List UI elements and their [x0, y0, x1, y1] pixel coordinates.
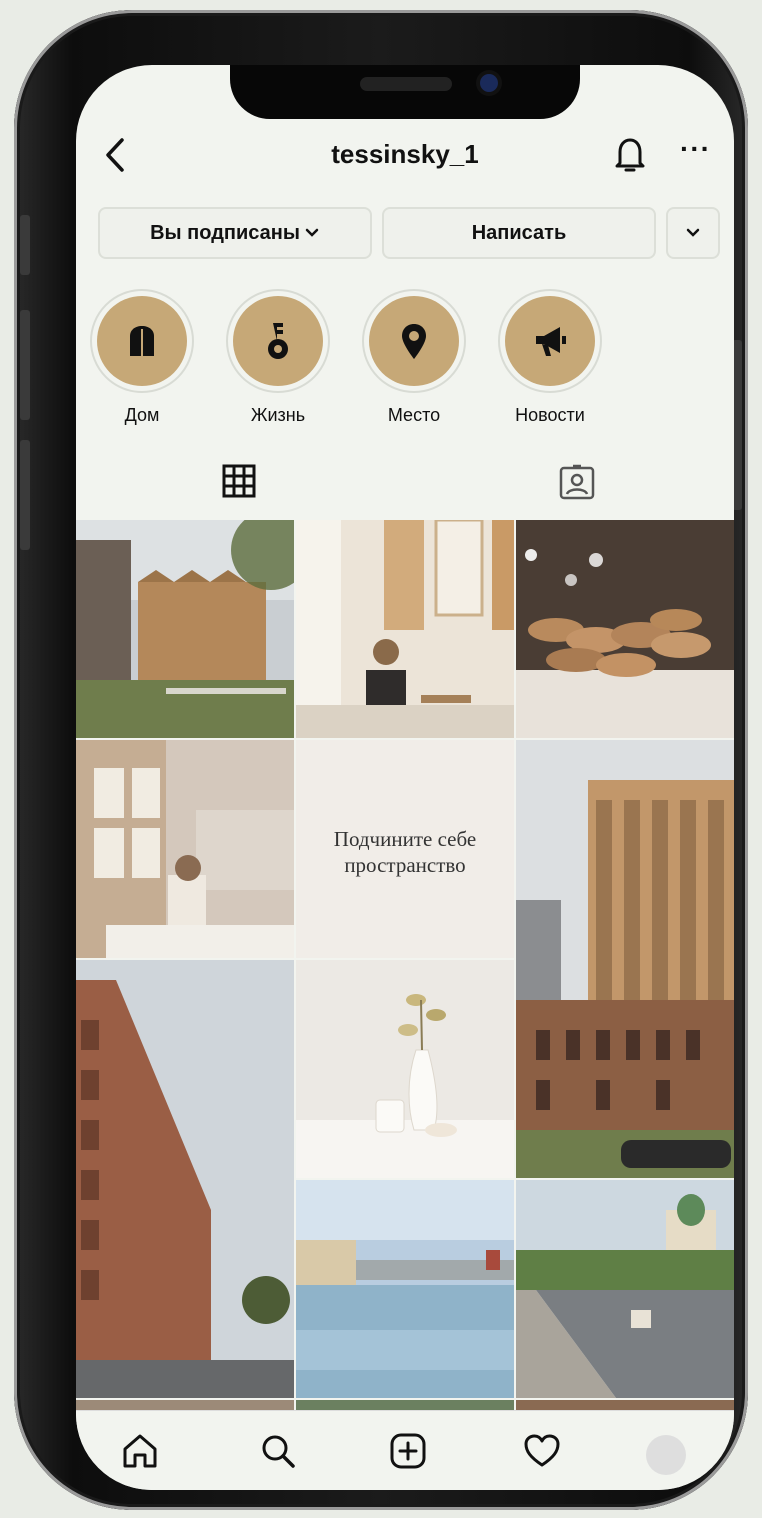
highlight-ring	[362, 289, 466, 393]
post-thumbnail[interactable]	[76, 740, 294, 958]
key-icon	[268, 323, 288, 359]
post-thumbnail-tall[interactable]	[516, 740, 734, 1178]
highlight-dom[interactable]: Дом	[90, 289, 194, 426]
door-icon	[130, 326, 154, 356]
speaker	[360, 77, 452, 91]
grid-tab-icon[interactable]	[221, 463, 257, 499]
search-icon[interactable]	[258, 1431, 298, 1471]
highlight-ring	[498, 289, 602, 393]
location-pin-icon	[402, 324, 426, 359]
notch	[230, 65, 580, 119]
highlight-ring	[90, 289, 194, 393]
message-button-label: Написать	[471, 221, 567, 244]
following-button-label: Вы подписаны	[150, 221, 300, 244]
following-button[interactable]: Вы подписаны	[98, 207, 372, 259]
post-thumbnail-tall[interactable]	[76, 960, 294, 1398]
front-camera	[480, 74, 498, 92]
heart-icon[interactable]	[522, 1431, 562, 1471]
caption-line-2: пространство	[344, 853, 466, 877]
highlight-circle	[97, 296, 187, 386]
post-thumbnail[interactable]	[516, 520, 734, 738]
posts-grid: Подчините себе пространство	[76, 520, 734, 1410]
caption-line-1: Подчините себе	[333, 827, 477, 851]
chevron-down-icon	[305, 228, 319, 237]
highlight-label: Дом	[124, 405, 160, 425]
mute-switch	[20, 215, 30, 275]
create-post-icon[interactable]	[388, 1431, 428, 1471]
phone-frame: tessinsky_1 ··· Вы подписаны Написать До…	[14, 10, 748, 1510]
screen: tessinsky_1 ··· Вы подписаны Написать До…	[76, 65, 734, 1490]
bottom-navigation	[76, 1410, 734, 1490]
chevron-down-icon	[686, 228, 700, 237]
post-thumbnail[interactable]	[296, 1180, 514, 1398]
highlight-ring	[226, 289, 330, 393]
post-thumbnail-partial[interactable]	[516, 1400, 734, 1410]
highlight-zhizn[interactable]: Жизнь	[226, 289, 330, 426]
home-icon[interactable]	[120, 1431, 160, 1471]
highlight-circle	[369, 296, 459, 386]
highlight-label: Жизнь	[250, 405, 306, 425]
highlight-novosti[interactable]: Новости	[498, 289, 602, 426]
tagged-tab-icon[interactable]	[558, 463, 596, 501]
highlight-mesto[interactable]: Место	[362, 289, 466, 426]
highlight-circle	[505, 296, 595, 386]
post-quote-thumbnail[interactable]: Подчините себе пространство	[296, 740, 514, 958]
profile-avatar[interactable]	[646, 1435, 686, 1475]
volume-up-button	[20, 310, 30, 420]
suggested-accounts-button[interactable]	[666, 207, 720, 259]
highlight-circle	[233, 296, 323, 386]
post-thumbnail[interactable]	[296, 520, 514, 738]
more-options-icon[interactable]: ···	[680, 133, 711, 165]
post-thumbnail[interactable]	[516, 1180, 734, 1398]
bell-icon[interactable]	[612, 135, 648, 175]
post-caption-text: Подчините себе пространство	[296, 826, 514, 878]
megaphone-icon	[536, 327, 566, 356]
highlight-label: Место	[387, 405, 441, 425]
message-button[interactable]: Написать	[382, 207, 656, 259]
volume-down-button	[20, 440, 30, 550]
post-thumbnail-partial[interactable]	[76, 1400, 294, 1410]
profile-header: tessinsky_1 ···	[76, 133, 734, 177]
post-thumbnail-partial[interactable]	[296, 1400, 514, 1410]
post-thumbnail[interactable]	[296, 960, 514, 1178]
post-thumbnail[interactable]	[76, 520, 294, 738]
highlight-label: Новости	[515, 405, 585, 425]
